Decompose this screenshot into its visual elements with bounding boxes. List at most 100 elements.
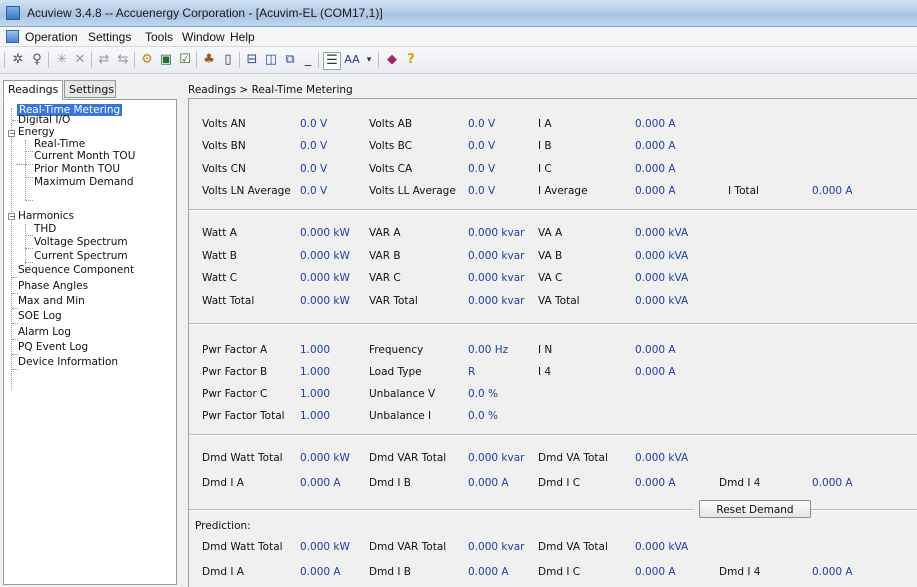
- tree-line: [25, 235, 33, 236]
- tree-item-digital-io[interactable]: Digital I/O: [18, 114, 70, 126]
- menu-tools[interactable]: Tools: [145, 30, 173, 44]
- collapse-harmonics-icon[interactable]: −: [8, 213, 16, 221]
- reading-label: I B: [538, 140, 552, 152]
- font-settings-icon[interactable]: ☰: [323, 52, 341, 70]
- reading-value: 0.000 A: [635, 140, 676, 152]
- reading-label: Volts AN: [202, 118, 246, 130]
- users-icon[interactable]: ♣: [201, 52, 217, 68]
- group-divider: [189, 434, 917, 436]
- reading-value: 0.0 V: [300, 118, 328, 130]
- reading-label: I Average: [538, 185, 588, 197]
- reading-value: 0.000 A: [812, 566, 853, 578]
- checklist-icon[interactable]: ☑: [177, 52, 193, 68]
- reading-value: 0.000 kW: [300, 250, 350, 262]
- reading-label: VAR A: [369, 227, 401, 239]
- reading-value: 0.000 A: [300, 477, 341, 489]
- device-icon[interactable]: ▯: [220, 52, 236, 68]
- toolbar-separator: [318, 52, 319, 68]
- readings-content: Volts AN 0.0 V Volts AB 0.0 V I A 0.000 …: [188, 98, 917, 587]
- tree-item-pq-event-log[interactable]: PQ Event Log: [18, 341, 88, 353]
- reading-label: Dmd VA Total: [538, 452, 608, 464]
- reading-value: 0.000 A: [635, 118, 676, 130]
- reading-label: I 4: [538, 366, 552, 378]
- tree-item-prior-month-tou[interactable]: Prior Month TOU: [34, 163, 120, 175]
- asterisk-icon[interactable]: ✳: [54, 52, 70, 68]
- reading-label: VA A: [538, 227, 563, 239]
- tree-item-sequence-component[interactable]: Sequence Component: [18, 264, 134, 276]
- tree-item-device-information[interactable]: Device Information: [18, 356, 118, 368]
- reading-value: 0.000 kW: [300, 452, 350, 464]
- menu-operation[interactable]: Operation: [25, 30, 78, 44]
- reading-label: VA Total: [538, 295, 580, 307]
- reading-value: 0.0 V: [468, 118, 496, 130]
- reading-value: 0.000 kVA: [635, 250, 689, 262]
- tree-item-max-and-min[interactable]: Max and Min: [18, 295, 85, 307]
- connect-icon[interactable]: ✲: [10, 52, 26, 68]
- title-bar[interactable]: Acuview 3.4.8 -- Accuenergy Corporation …: [0, 0, 917, 27]
- prediction-heading: Prediction:: [195, 520, 251, 532]
- reading-label: Dmd VA Total: [538, 541, 608, 553]
- help-icon[interactable]: ?: [403, 52, 419, 68]
- tree-line: [16, 164, 24, 165]
- tree-item-alarm-log[interactable]: Alarm Log: [18, 326, 71, 338]
- tab-readings[interactable]: Readings: [3, 80, 63, 100]
- reading-label: Volts AB: [369, 118, 413, 130]
- reading-value: 0.000 A: [468, 566, 509, 578]
- monitor-icon[interactable]: ▣: [158, 52, 174, 68]
- reading-label: Volts BC: [369, 140, 412, 152]
- tree-item-maximum-demand[interactable]: Maximum Demand: [34, 176, 134, 188]
- menu-window[interactable]: Window: [182, 30, 225, 44]
- reading-value: R: [468, 366, 476, 378]
- minimize-all-icon[interactable]: _: [300, 52, 316, 68]
- panel-tabs: Readings Settings: [0, 80, 180, 100]
- reset-demand-button[interactable]: Reset Demand: [699, 500, 811, 518]
- gear-icon[interactable]: ⚙: [139, 52, 155, 68]
- tree-item-real-time[interactable]: Real-Time: [34, 138, 85, 150]
- tree-item-soe-log[interactable]: SOE Log: [18, 310, 62, 322]
- reading-value: 0.0 V: [300, 163, 328, 175]
- reading-label: Dmd I A: [202, 477, 244, 489]
- document-icon[interactable]: [6, 30, 19, 43]
- reading-value: 0.000 kvar: [468, 541, 525, 553]
- reading-label: Pwr Factor A: [202, 344, 268, 356]
- pin-icon[interactable]: ♀: [29, 52, 45, 68]
- reading-label: VAR B: [369, 250, 401, 262]
- font-size-icon[interactable]: AA: [343, 52, 361, 68]
- reading-label: Dmd I 4: [719, 566, 761, 578]
- book-icon[interactable]: ◆: [384, 52, 400, 68]
- tree-item-current-month-tou[interactable]: Current Month TOU: [34, 150, 135, 162]
- tree-item-phase-angles[interactable]: Phase Angles: [18, 280, 88, 292]
- reading-value: 0.0 V: [300, 140, 328, 152]
- reading-label: Volts CN: [202, 163, 246, 175]
- tree-item-energy[interactable]: Energy: [18, 126, 55, 138]
- chevron-down-icon[interactable]: ▾: [361, 52, 377, 68]
- reading-label: Pwr Factor C: [202, 388, 268, 400]
- reading-label: Load Type: [369, 366, 422, 378]
- cascade-icon[interactable]: ⧉: [282, 52, 298, 68]
- reading-value: 0.000 kvar: [468, 272, 525, 284]
- navigation-tree: Real-Time Metering Digital I/O − Energy …: [3, 99, 177, 585]
- reading-value: 0.000 A: [812, 477, 853, 489]
- toolbar-grip: [4, 52, 5, 68]
- disconnect-icon[interactable]: ✕: [72, 52, 88, 68]
- menu-settings[interactable]: Settings: [88, 30, 131, 44]
- reading-label: Dmd I B: [369, 566, 411, 578]
- tree-item-current-spectrum[interactable]: Current Spectrum: [34, 250, 128, 262]
- scan-all-icon[interactable]: ⇆: [115, 52, 131, 68]
- scan-icon[interactable]: ⇄: [96, 52, 112, 68]
- collapse-energy-icon[interactable]: −: [8, 130, 16, 138]
- reading-label: Dmd VAR Total: [369, 452, 447, 464]
- menu-help[interactable]: Help: [230, 30, 255, 44]
- tile-vertical-icon[interactable]: ◫: [263, 52, 279, 68]
- tab-settings[interactable]: Settings: [64, 80, 116, 98]
- reading-label: Dmd VAR Total: [369, 541, 447, 553]
- reading-value: 1.000: [300, 366, 331, 378]
- reading-label: Volts LL Average: [369, 185, 456, 197]
- reading-value: 0.000 A: [468, 477, 509, 489]
- reading-label: Unbalance V: [369, 388, 436, 400]
- tree-item-harmonics[interactable]: Harmonics: [18, 210, 74, 222]
- tree-item-thd[interactable]: THD: [34, 223, 56, 235]
- tile-horizontal-icon[interactable]: ⊟: [244, 52, 260, 68]
- tree-item-voltage-spectrum[interactable]: Voltage Spectrum: [34, 236, 128, 248]
- reading-label: VA B: [538, 250, 563, 262]
